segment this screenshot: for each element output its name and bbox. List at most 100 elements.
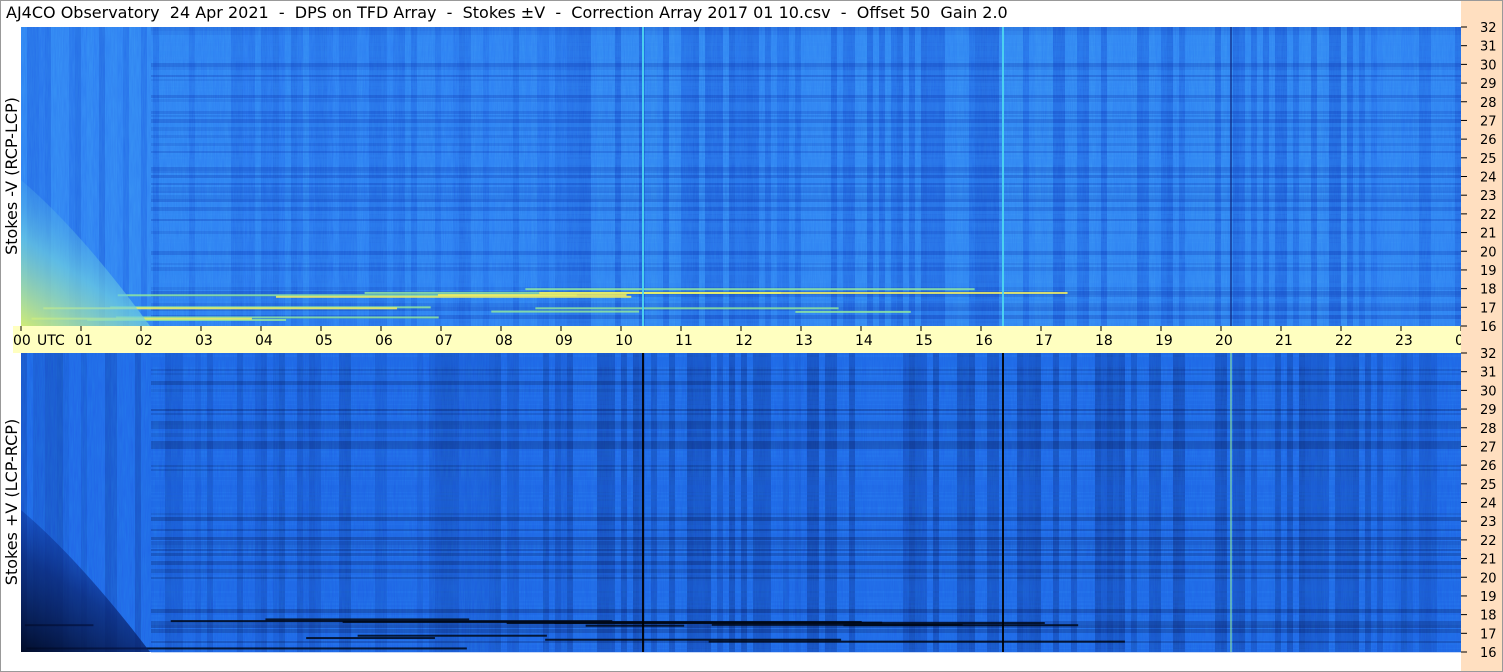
spectrogram-band — [151, 457, 1461, 460]
spectrogram-band — [151, 279, 1461, 281]
spectrogram-band — [151, 409, 1461, 411]
spectrogram-band — [151, 609, 1461, 613]
spectrogram-band — [151, 401, 1461, 404]
spectrogram-column — [117, 27, 123, 326]
spectrogram-band — [151, 377, 1461, 380]
vertical-spike — [1002, 27, 1004, 326]
spectrogram-band — [151, 75, 1461, 77]
time-tick-label: 21 — [1275, 333, 1293, 349]
spectrogram-band — [151, 203, 1461, 206]
spectrogram-band — [151, 235, 1461, 237]
spectrogram-band — [151, 461, 1461, 465]
freq-tick-label: 26 — [1480, 133, 1497, 148]
spectrogram-band — [151, 465, 1461, 467]
time-tick-label: 06 — [375, 333, 393, 349]
freq-tick-label: 16 — [1480, 646, 1497, 661]
spectrogram-band — [151, 605, 1461, 607]
time-tick-label: 16 — [975, 333, 993, 349]
spectrogram-column — [129, 353, 135, 652]
spectrogram-band — [151, 529, 1461, 531]
spectrogram-band — [151, 565, 1461, 569]
freq-tick-label: 25 — [1480, 478, 1497, 493]
freq-tick-label: 28 — [1480, 422, 1497, 437]
spectrogram-band — [151, 373, 1461, 375]
spectrogram-column — [123, 27, 129, 326]
spectrogram-column — [135, 353, 141, 652]
spectrogram-band — [151, 131, 1461, 133]
spectrogram-column — [129, 27, 135, 326]
time-tick-label: 07 — [435, 333, 453, 349]
spectrogram-band — [151, 87, 1461, 89]
interference-line — [506, 622, 1045, 625]
spectrogram-band — [151, 585, 1461, 589]
spectrogram-band — [151, 389, 1461, 392]
freq-tick-label: 20 — [1480, 571, 1497, 586]
spectrogram-band — [151, 629, 1461, 633]
spectrogram-band — [151, 103, 1461, 107]
spectrogram-band — [151, 513, 1461, 515]
time-tick-label: 09 — [555, 333, 573, 349]
spectrogram-band — [151, 59, 1461, 61]
spectrogram-band — [151, 417, 1461, 421]
bottom-spectrogram-panel — [21, 353, 1461, 653]
spectrogram-band — [151, 477, 1461, 480]
vertical-spike — [1002, 353, 1004, 652]
interference-line — [535, 307, 839, 310]
spectrogram-band — [151, 385, 1461, 388]
time-tick-label: 03 — [195, 333, 213, 349]
spectrogram-band — [151, 537, 1461, 540]
bottom-panel-ylabel: Stokes +V (LCP-RCP) — [2, 419, 21, 585]
spectrogram-band — [151, 31, 1461, 35]
spectrogram-band — [151, 453, 1461, 455]
spectrogram-band — [151, 323, 1461, 326]
spectrogram-band — [151, 485, 1461, 489]
interference-line — [539, 291, 1068, 294]
spectrogram-band — [151, 155, 1461, 157]
spectrogram-band — [151, 207, 1461, 211]
spectrogram-band — [151, 159, 1461, 163]
spectrogram-band — [151, 425, 1461, 429]
spectrogram-band — [151, 501, 1461, 505]
spectrogram-band — [151, 633, 1461, 637]
freq-tick-label: 23 — [1480, 515, 1497, 530]
spectrogram-band — [151, 299, 1461, 301]
interference-line — [275, 295, 632, 298]
spectrogram-band — [151, 51, 1461, 55]
spectrogram-band — [151, 581, 1461, 585]
spectrogram-band — [151, 445, 1461, 449]
time-tick-label: 18 — [1095, 333, 1113, 349]
spectrogram-band — [151, 353, 1461, 355]
spectrogram-band — [151, 239, 1461, 242]
spectrogram-band — [151, 283, 1461, 287]
spectrogram-band — [151, 517, 1461, 521]
spectrogram-band — [151, 39, 1461, 42]
spectrogram-band — [151, 115, 1461, 117]
spectrogram-band — [151, 597, 1461, 600]
spectrogram-band — [151, 361, 1461, 365]
freq-tick-label: 23 — [1480, 189, 1497, 204]
spectrogram-column — [135, 27, 141, 326]
time-tick-label: 14 — [855, 333, 873, 349]
spectrogram-band — [151, 561, 1461, 565]
spectrogram-band — [151, 545, 1461, 548]
freq-tick-label: 32 — [1480, 21, 1497, 36]
time-tick-label: 00 — [13, 333, 31, 349]
freq-tick-label: 19 — [1480, 264, 1497, 279]
interference-line — [585, 624, 685, 627]
freq-tick-label: 31 — [1480, 366, 1497, 381]
spectrogram-band — [151, 175, 1461, 178]
spectrogram-band — [151, 357, 1461, 361]
spectrogram-band — [151, 577, 1461, 579]
spectrogram-band — [151, 469, 1461, 471]
spectrogram-band — [151, 271, 1461, 275]
spectrogram-band — [151, 211, 1461, 214]
freq-tick-label: 29 — [1480, 403, 1497, 418]
freq-tick-label: 30 — [1480, 384, 1497, 399]
interference-line — [306, 637, 435, 640]
spectrogram-band — [151, 43, 1461, 46]
spectrogram-band — [151, 187, 1461, 191]
top-panel-ylabel: Stokes -V (RCP-LCP) — [2, 97, 21, 255]
spectrogram-band — [151, 35, 1461, 39]
spectrogram-band — [151, 267, 1461, 271]
spectrogram-band — [151, 179, 1461, 183]
